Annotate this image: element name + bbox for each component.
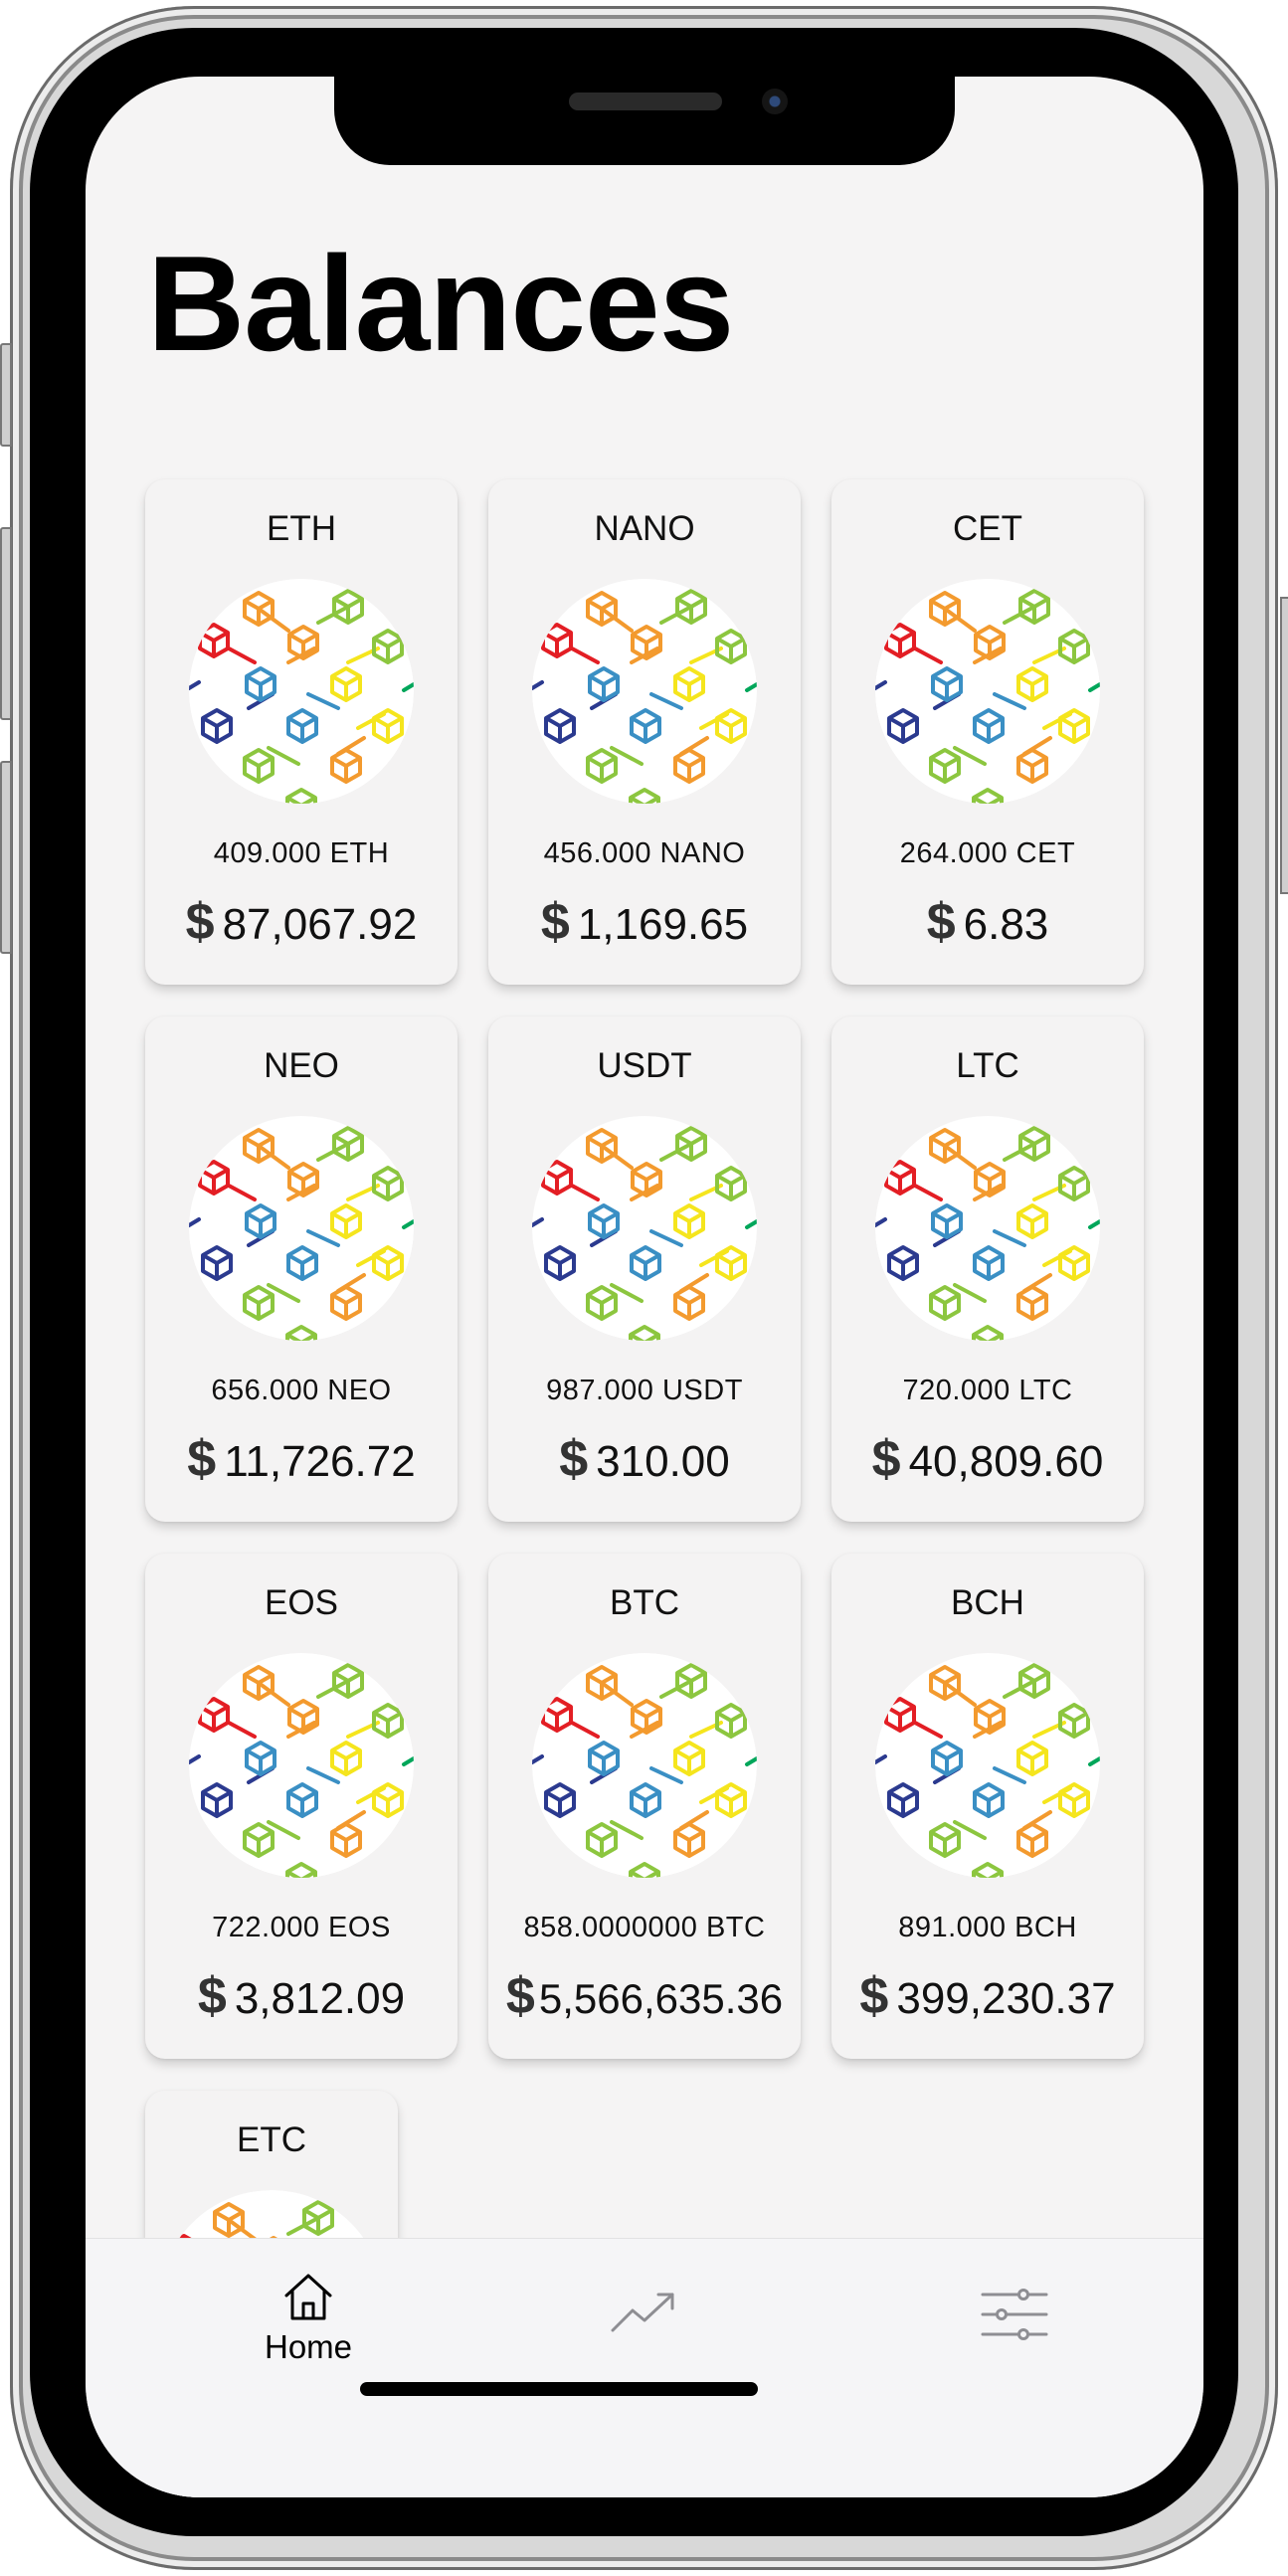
coin-logo-icon [875,1653,1100,1878]
coin-symbol: CET [953,509,1022,548]
dollar-sign: $ [197,1967,227,2025]
coin-amount: 891.000 BCH [898,1912,1077,1943]
coin-logo-icon [532,1116,757,1341]
page-title: Balances [147,228,734,379]
coin-amount: 987.000 USDT [546,1375,743,1406]
coin-logo-icon [532,1653,757,1878]
screen: Balances ETH 409.000 ETH $87,067.92 NANO… [86,77,1203,2497]
dollar-sign: $ [505,1967,535,2025]
speaker-grille [569,92,722,110]
dollar-sign: $ [559,1430,589,1488]
coin-symbol: BTC [610,1583,679,1622]
usd-amount: 11,726.72 [224,1437,416,1486]
mute-switch [0,343,12,447]
dollar-sign: $ [185,893,215,951]
usd-value: $5,566,635.36 [488,1966,801,2026]
coin-amount: 264.000 CET [899,837,1076,869]
volume-up-button [0,527,12,720]
home-indicator[interactable] [360,2382,758,2396]
usd-value: $3,812.09 [145,1966,458,2026]
coin-symbol: USDT [597,1046,692,1085]
trending-up-icon [611,2293,674,2332]
usd-amount: 1,169.65 [577,900,749,949]
coin-symbol: ETC [237,2120,306,2159]
usd-amount: 6.83 [963,900,1049,949]
usd-amount: 310.00 [596,1437,730,1486]
dollar-sign: $ [540,893,570,951]
usd-amount: 87,067.92 [222,900,418,949]
usd-amount: 3,812.09 [234,1974,406,2023]
coin-logo-icon [875,1116,1100,1341]
home-icon [284,2274,332,2320]
usd-value: $87,067.92 [145,892,458,952]
tab-home[interactable]: Home [209,2269,408,2378]
usd-amount: 399,230.37 [896,1974,1116,2023]
usd-value: $399,230.37 [831,1966,1144,2026]
balance-card-usdt[interactable]: USDT 987.000 USDT $310.00 [488,1016,801,1522]
volume-down-button [0,761,12,954]
usd-value: $6.83 [831,892,1144,952]
dollar-sign: $ [926,893,956,951]
usd-value: $310.00 [488,1429,801,1489]
coin-amount: 720.000 LTC [902,1375,1073,1406]
usd-value: $40,809.60 [831,1429,1144,1489]
tab-home-label: Home [264,2328,353,2365]
dollar-sign: $ [859,1967,889,2025]
tab-settings[interactable] [915,2287,1114,2396]
coin-amount: 409.000 ETH [213,837,390,869]
sliders-icon [981,2289,1048,2340]
balance-card-eos[interactable]: EOS 722.000 EOS $3,812.09 [145,1554,458,2059]
notch [334,74,955,165]
coin-symbol: BCH [951,1583,1024,1622]
balance-card-btc[interactable]: BTC 858.0000000 BTC $5,566,635.36 [488,1554,801,2059]
balance-card-eth[interactable]: ETH 409.000 ETH $87,067.92 [145,479,458,985]
balance-card-cet[interactable]: CET 264.000 CET $6.83 [831,479,1144,985]
coin-logo-icon [189,579,414,804]
power-button [1280,597,1288,894]
coin-amount: 656.000 NEO [211,1375,392,1406]
tab-trending[interactable] [545,2287,744,2396]
usd-amount: 40,809.60 [908,1437,1104,1486]
dollar-sign: $ [187,1430,217,1488]
usd-value: $1,169.65 [488,892,801,952]
coin-amount: 456.000 NANO [543,837,746,869]
coin-amount: 722.000 EOS [212,1912,391,1943]
coin-symbol: NANO [594,509,695,548]
balance-card-nano[interactable]: NANO 456.000 NANO $1,169.65 [488,479,801,985]
usd-amount: 5,566,635.36 [538,1975,784,2022]
coin-logo-icon [189,1116,414,1341]
balance-card-bch[interactable]: BCH 891.000 BCH $399,230.37 [831,1554,1144,2059]
dollar-sign: $ [871,1430,901,1488]
coin-amount: 858.0000000 BTC [523,1912,766,1943]
coin-symbol: NEO [264,1046,339,1085]
tab-bar: Home [86,2238,1203,2497]
coin-logo-icon [875,579,1100,804]
coin-logo-icon [189,1653,414,1878]
balance-card-ltc[interactable]: LTC 720.000 LTC $40,809.60 [831,1016,1144,1522]
front-camera [762,89,788,114]
coin-symbol: EOS [265,1583,338,1622]
coin-symbol: ETH [267,509,336,548]
coin-symbol: LTC [956,1046,1019,1085]
coin-logo-icon [532,579,757,804]
usd-value: $11,726.72 [145,1429,458,1489]
balance-card-neo[interactable]: NEO 656.000 NEO $11,726.72 [145,1016,458,1522]
